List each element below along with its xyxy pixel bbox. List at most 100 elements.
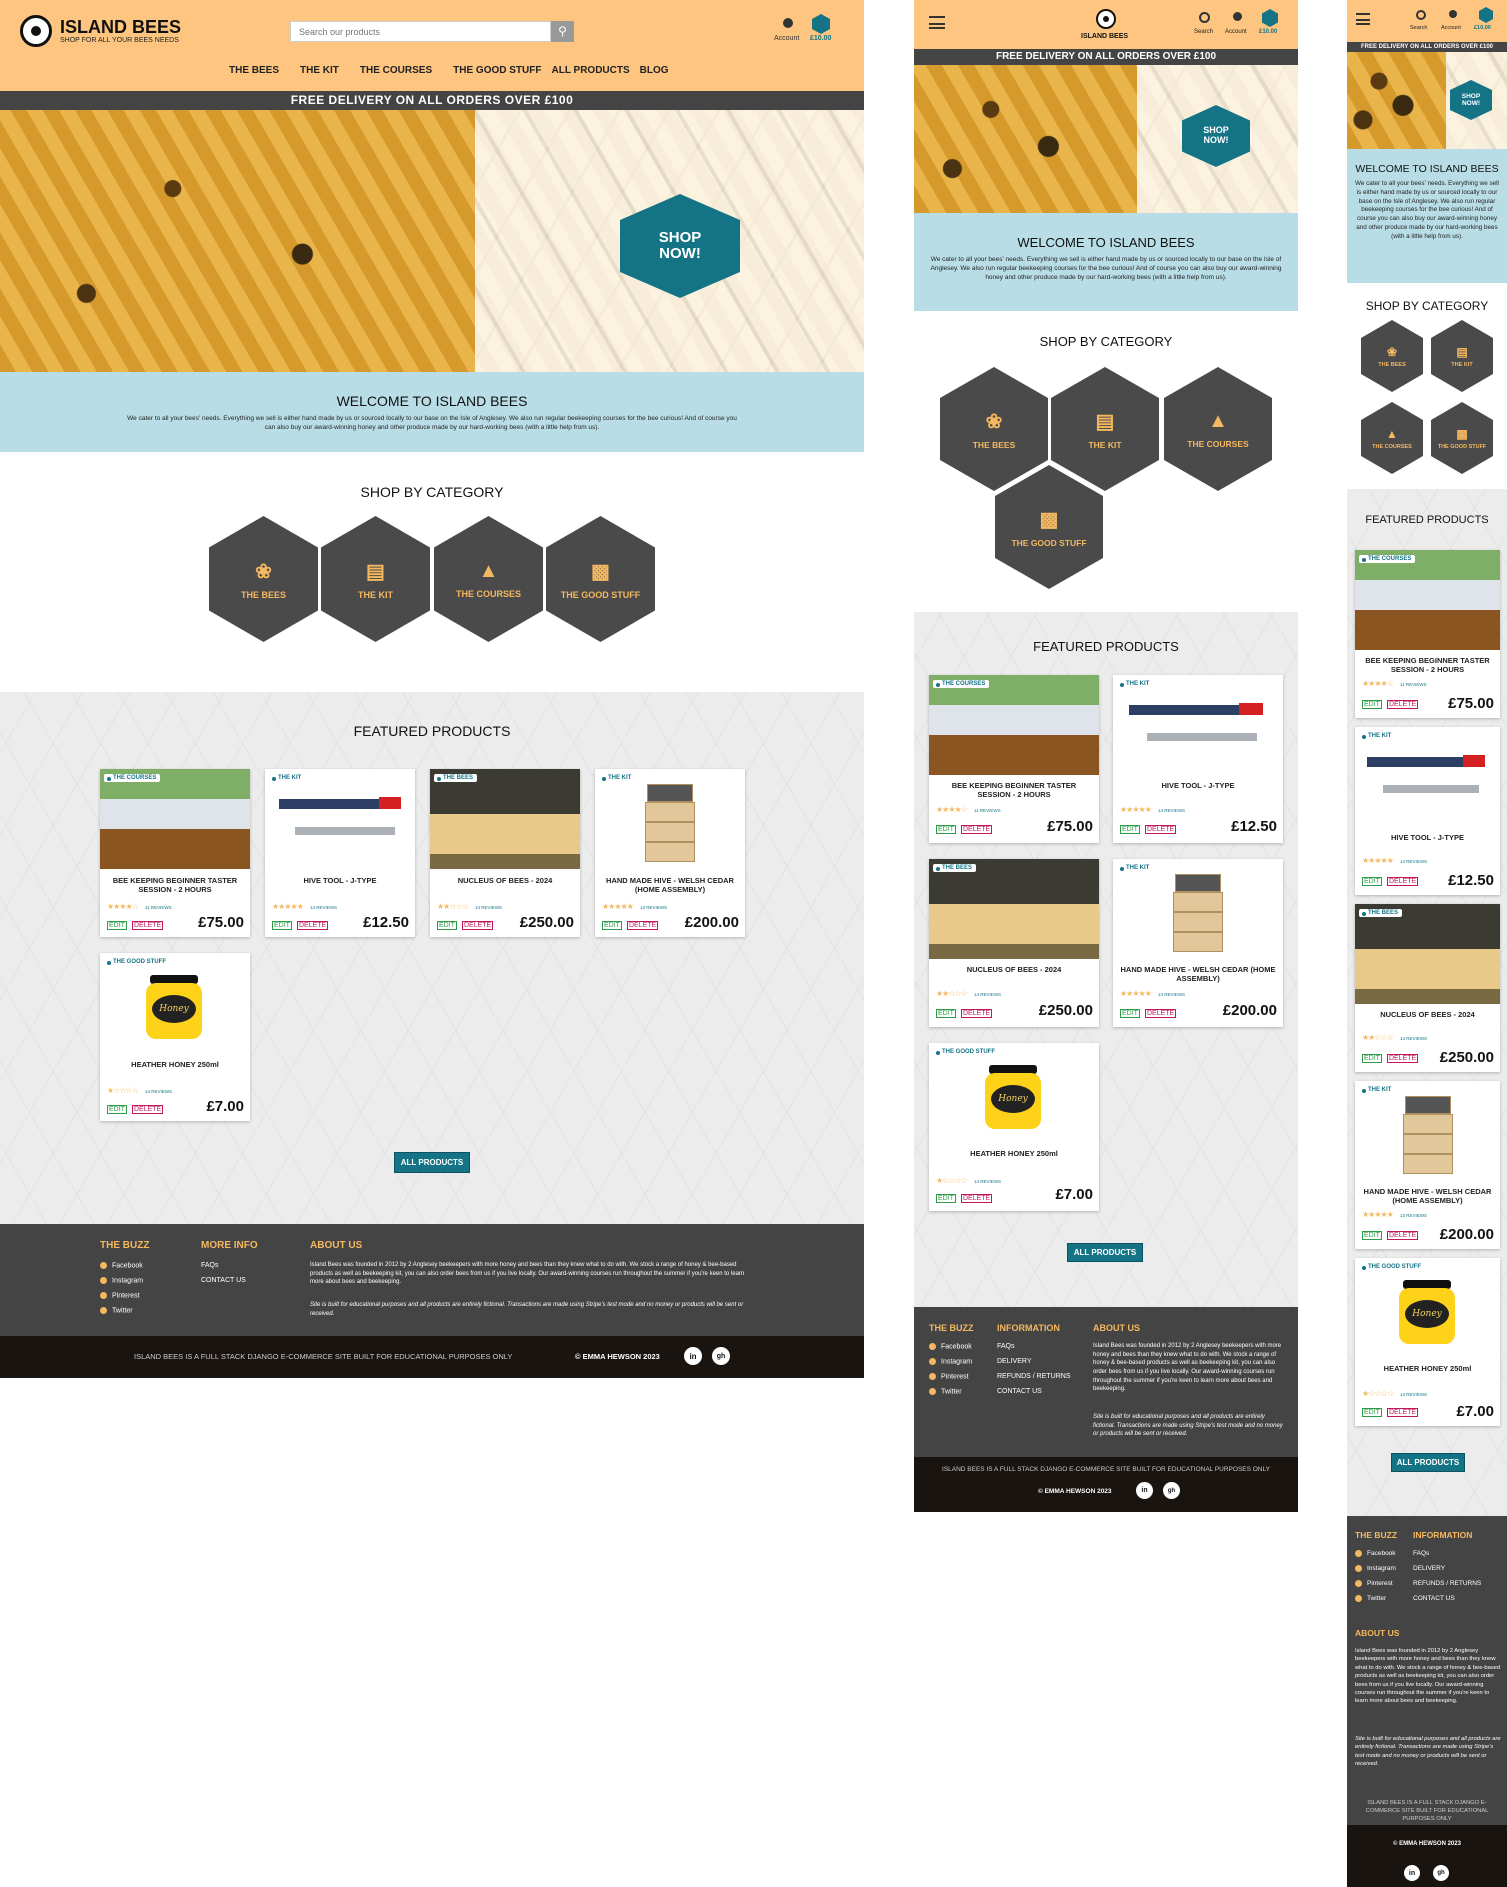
review-count[interactable]: 13 REVIEWS [1158, 992, 1185, 997]
edit-button[interactable]: EDIT [107, 921, 127, 930]
product-card[interactable]: THE KIT HIVE TOOL - J-TYPE ★★★★★ 14 REVI… [1113, 675, 1283, 843]
edit-button[interactable]: EDIT [1120, 1009, 1140, 1018]
brand-name[interactable]: ISLAND BEES [60, 17, 181, 38]
review-count[interactable]: 14 REVIEWS [310, 905, 337, 910]
linkedin-icon[interactable]: in [1404, 1865, 1420, 1881]
footer-link-refunds[interactable]: REFUNDS / RETURNS [997, 1373, 1071, 1380]
bag-total[interactable]: £10.00 [1259, 29, 1277, 35]
product-name[interactable]: HAND MADE HIVE - WELSH CEDAR (HOME ASSEM… [601, 876, 739, 894]
product-image[interactable]: Honey [1355, 1258, 1500, 1358]
product-image[interactable] [430, 769, 580, 869]
brand-logo[interactable] [20, 15, 52, 47]
bag-total[interactable]: £10.00 [1474, 25, 1491, 31]
brand-logo[interactable] [1096, 9, 1116, 29]
social-link-pinterest[interactable]: Pinterest [929, 1373, 969, 1380]
edit-button[interactable]: EDIT [1362, 1054, 1382, 1063]
footer-link-contact[interactable]: CONTACT US [997, 1388, 1042, 1395]
social-link-instagram[interactable]: Instagram [1355, 1565, 1396, 1572]
account-label[interactable]: Account [1225, 29, 1247, 35]
review-count[interactable]: 11 REVIEWS [974, 808, 1001, 813]
review-count[interactable]: 14 REVIEWS [974, 992, 1001, 997]
account-icon[interactable] [1233, 12, 1242, 21]
social-link-twitter[interactable]: Twitter [1355, 1595, 1386, 1602]
delete-button[interactable]: DELETE [961, 825, 993, 834]
delete-button[interactable]: DELETE [961, 1194, 993, 1203]
edit-button[interactable]: EDIT [1362, 877, 1382, 886]
edit-button[interactable]: EDIT [1362, 1231, 1382, 1240]
github-icon[interactable]: gh [712, 1347, 730, 1365]
product-image[interactable] [1113, 675, 1283, 775]
delete-button[interactable]: DELETE [132, 921, 164, 930]
product-image[interactable]: Honey [100, 953, 250, 1053]
account-icon[interactable] [1449, 10, 1457, 18]
category-the-good-stuff[interactable]: ▩ THE GOOD STUFF [1431, 402, 1493, 474]
product-name[interactable]: HIVE TOOL - J-TYPE [271, 876, 409, 885]
product-image[interactable] [1355, 904, 1500, 1004]
product-image[interactable] [1113, 859, 1283, 959]
footer-link-faqs[interactable]: FAQs [201, 1262, 219, 1269]
review-count[interactable]: 14 REVIEWS [1400, 859, 1427, 864]
delete-button[interactable]: DELETE [1387, 1054, 1419, 1063]
social-link-facebook[interactable]: Facebook [100, 1262, 143, 1269]
product-image[interactable] [265, 769, 415, 869]
delete-button[interactable]: DELETE [1387, 1231, 1419, 1240]
delete-button[interactable]: DELETE [1145, 1009, 1177, 1018]
review-count[interactable]: 11 REVIEWS [1400, 682, 1427, 687]
review-count[interactable]: 14 REVIEWS [1400, 1036, 1427, 1041]
category-the-good-stuff[interactable]: ▩ THE GOOD STUFF [546, 516, 655, 642]
product-card[interactable]: THE BEES NUCLEUS OF BEES - 2024 ★★☆☆☆ 14… [1355, 904, 1500, 1072]
category-the-kit[interactable]: ▤ THE KIT [321, 516, 430, 642]
category-the-courses[interactable]: ▲ THE COURSES [434, 516, 543, 642]
category-the-courses[interactable]: ▲ THE COURSES [1361, 402, 1423, 474]
category-the-kit[interactable]: ▤ THE KIT [1431, 320, 1493, 392]
delete-button[interactable]: DELETE [462, 921, 494, 930]
product-card[interactable]: THE KIT HIVE TOOL - J-TYPE ★★★★★ 14 REVI… [1355, 727, 1500, 895]
delete-button[interactable]: DELETE [961, 1009, 993, 1018]
social-link-twitter[interactable]: Twitter [929, 1388, 962, 1395]
search-icon[interactable] [1416, 10, 1426, 20]
product-name[interactable]: BEE KEEPING BEGINNER TASTER SESSION - 2 … [935, 781, 1093, 799]
edit-button[interactable]: EDIT [1362, 1408, 1382, 1417]
product-name[interactable]: HIVE TOOL - J-TYPE [1119, 781, 1277, 790]
social-link-pinterest[interactable]: Pinterest [1355, 1580, 1393, 1587]
nav-item[interactable]: BLOG [640, 65, 669, 76]
linkedin-icon[interactable]: in [684, 1347, 702, 1365]
delete-button[interactable]: DELETE [1145, 825, 1177, 834]
footer-link-refunds[interactable]: REFUNDS / RETURNS [1413, 1580, 1481, 1587]
social-link-instagram[interactable]: Instagram [100, 1277, 143, 1284]
edit-button[interactable]: EDIT [1362, 700, 1382, 709]
product-name[interactable]: HEATHER HONEY 250ml [935, 1149, 1093, 1158]
category-the-good-stuff[interactable]: ▩ THE GOOD STUFF [995, 465, 1103, 589]
search-label[interactable]: Search [1410, 25, 1427, 31]
social-link-instagram[interactable]: Instagram [929, 1358, 972, 1365]
hamburger-icon[interactable] [1356, 13, 1370, 25]
product-name[interactable]: NUCLEUS OF BEES - 2024 [935, 965, 1093, 974]
nav-item[interactable]: THE COURSES [349, 65, 432, 76]
review-count[interactable]: 13 REVIEWS [640, 905, 667, 910]
footer-link-delivery[interactable]: DELIVERY [997, 1358, 1032, 1365]
product-card[interactable]: THE KIT HAND MADE HIVE - WELSH CEDAR (HO… [595, 769, 745, 937]
brand-name[interactable]: ISLAND BEES [1081, 33, 1128, 40]
social-link-facebook[interactable]: Facebook [1355, 1550, 1396, 1557]
category-the-bees[interactable]: ❀ THE BEES [209, 516, 318, 642]
edit-button[interactable]: EDIT [936, 1009, 956, 1018]
product-card[interactable]: THE COURSES BEE KEEPING BEGINNER TASTER … [929, 675, 1099, 843]
footer-link-faqs[interactable]: FAQs [1413, 1550, 1429, 1557]
delete-button[interactable]: DELETE [132, 1105, 164, 1114]
product-name[interactable]: NUCLEUS OF BEES - 2024 [1361, 1010, 1494, 1019]
product-image[interactable]: Honey [929, 1043, 1099, 1143]
delete-button[interactable]: DELETE [1387, 1408, 1419, 1417]
footer-link-delivery[interactable]: DELIVERY [1413, 1565, 1445, 1572]
bag-total[interactable]: £10.00 [810, 35, 831, 42]
search-label[interactable]: Search [1194, 29, 1213, 35]
social-link-pinterest[interactable]: Pinterest [100, 1292, 140, 1299]
account-icon[interactable] [783, 18, 793, 28]
product-card[interactable]: THE COURSES BEE KEEPING BEGINNER TASTER … [1355, 550, 1500, 718]
footer-link-faqs[interactable]: FAQs [997, 1343, 1015, 1350]
review-count[interactable]: 14 REVIEWS [974, 1179, 1001, 1184]
product-image[interactable] [595, 769, 745, 869]
product-image[interactable] [1355, 727, 1500, 827]
product-card[interactable]: THE BEES NUCLEUS OF BEES - 2024 ★★☆☆☆ 14… [929, 859, 1099, 1027]
social-link-twitter[interactable]: Twitter [100, 1307, 133, 1314]
review-count[interactable]: 14 REVIEWS [1400, 1392, 1427, 1397]
